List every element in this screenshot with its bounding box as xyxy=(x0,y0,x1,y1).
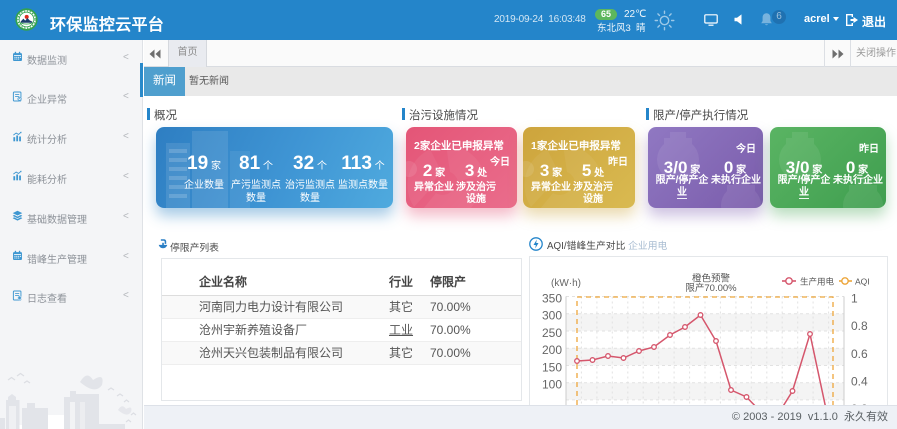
svg-text:AQI: AQI xyxy=(855,277,870,287)
svg-text:200: 200 xyxy=(542,343,562,357)
svg-text:150: 150 xyxy=(542,361,562,375)
svg-text:100: 100 xyxy=(542,378,562,392)
svg-text:限产70.00%: 限产70.00% xyxy=(685,282,737,294)
svg-text:1: 1 xyxy=(851,292,858,306)
svg-text:250: 250 xyxy=(542,326,562,340)
svg-text:(kW·h): (kW·h) xyxy=(551,278,581,289)
svg-text:350: 350 xyxy=(542,292,562,306)
svg-text:生产用电: 生产用电 xyxy=(800,277,835,287)
svg-text:0.4: 0.4 xyxy=(851,375,868,389)
svg-text:300: 300 xyxy=(542,309,562,323)
svg-text:0.6: 0.6 xyxy=(851,347,868,361)
svg-text:0.8: 0.8 xyxy=(851,319,868,333)
